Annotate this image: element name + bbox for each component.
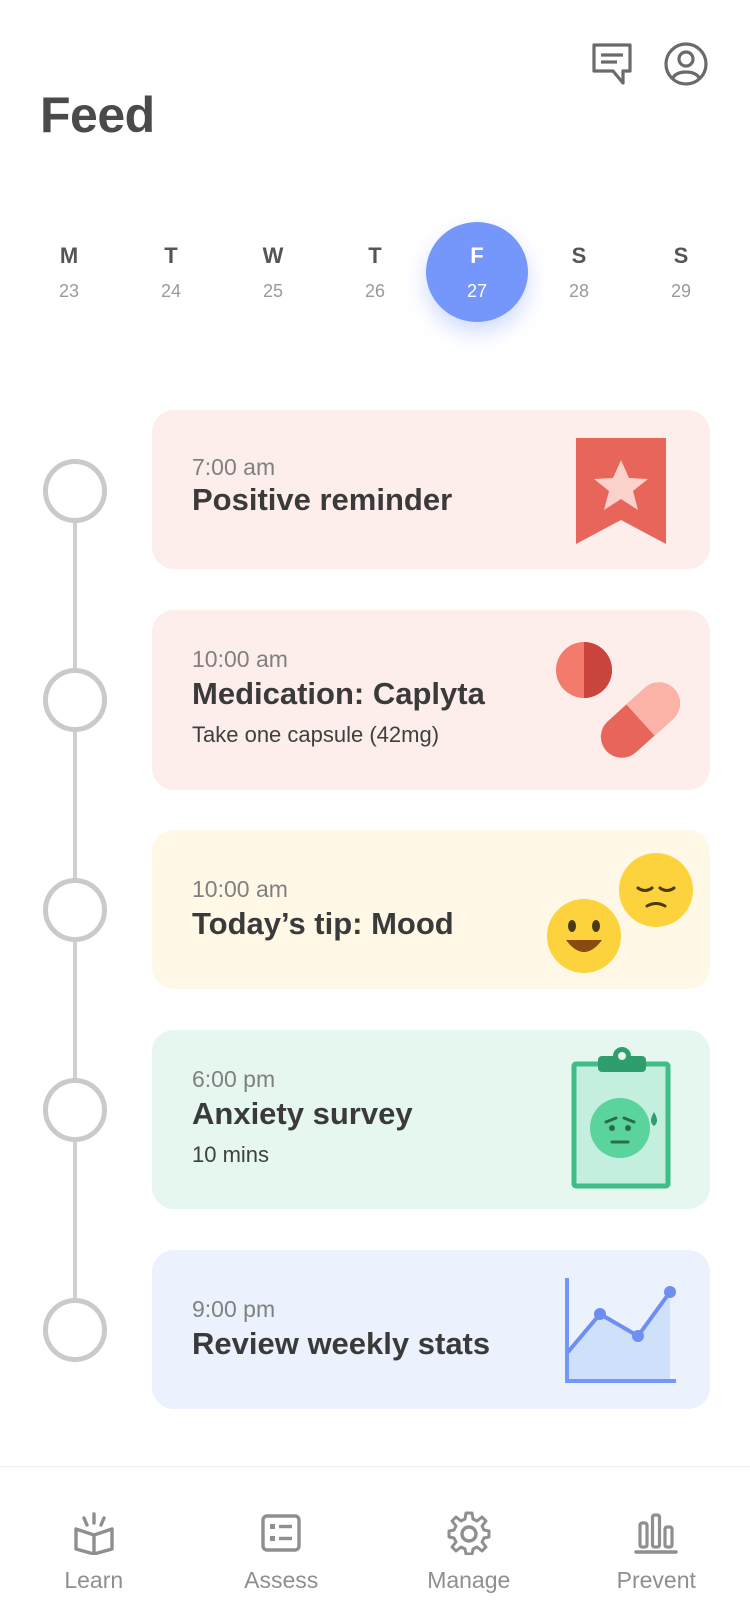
- day-label: W: [262, 242, 284, 268]
- feed-card-tip-mood[interactable]: 10:00 am Today’s tip: Mood: [152, 830, 710, 989]
- gear-icon: [447, 1511, 491, 1555]
- day-label: S: [571, 242, 587, 268]
- page-title: Feed: [40, 87, 155, 143]
- feed-card-weekly-stats[interactable]: 9:00 pm Review weekly stats: [152, 1250, 710, 1409]
- day-saturday[interactable]: S 28: [528, 222, 630, 322]
- card-time: 10:00 am: [192, 646, 288, 672]
- nav-label: Assess: [244, 1567, 319, 1593]
- card-title: Positive reminder: [192, 482, 453, 517]
- day-thursday[interactable]: T 26: [324, 222, 426, 322]
- day-label: T: [164, 242, 178, 268]
- bottom-nav: Learn Assess Manage Prevent: [0, 1466, 750, 1624]
- timeline-node: [43, 668, 107, 732]
- open-book-icon: [74, 1512, 114, 1555]
- timeline-node: [43, 1078, 107, 1142]
- nav-assess[interactable]: Assess: [188, 1467, 376, 1624]
- day-label: M: [59, 242, 79, 268]
- card-time: 7:00 am: [192, 454, 276, 480]
- clipboard-anxious-face-icon: [570, 1046, 674, 1207]
- bookmark-star-icon: [576, 438, 666, 551]
- day-sunday[interactable]: S 29: [630, 222, 732, 322]
- nav-label: Manage: [427, 1567, 511, 1593]
- date-label: 26: [364, 280, 386, 301]
- checklist-card-icon: [261, 1514, 301, 1552]
- day-tuesday[interactable]: T 24: [120, 222, 222, 322]
- day-wednesday[interactable]: W 25: [222, 222, 324, 322]
- nav-label: Learn: [64, 1567, 124, 1593]
- nav-manage[interactable]: Manage: [375, 1467, 563, 1624]
- chat-icon[interactable]: [588, 40, 636, 88]
- day-label: S: [673, 242, 689, 268]
- day-friday-selected[interactable]: F 27: [426, 222, 528, 322]
- day-label: F: [470, 242, 484, 268]
- mood-faces-icon: [544, 852, 704, 981]
- card-subtitle: 10 mins: [192, 1142, 270, 1167]
- feed-card-anxiety-survey[interactable]: 6:00 pm Anxiety survey 10 mins: [152, 1030, 710, 1209]
- week-selector: M 23 T 24 W 25 T 26 F 27 S 28 S 29: [18, 222, 732, 322]
- day-label: T: [368, 242, 382, 268]
- profile-icon[interactable]: [662, 40, 710, 88]
- card-title: Today’s tip: Mood: [192, 906, 454, 941]
- bar-chart-icon: [634, 1513, 678, 1554]
- timeline-node: [43, 459, 107, 523]
- date-label: 24: [160, 280, 182, 301]
- line-chart-icon: [564, 1278, 680, 1389]
- date-label: 28: [568, 280, 590, 301]
- feed-card-medication[interactable]: 10:00 am Medication: Caplyta Take one ca…: [152, 610, 710, 790]
- day-monday[interactable]: M 23: [18, 222, 120, 322]
- timeline-node: [43, 1298, 107, 1362]
- card-time: 10:00 am: [192, 876, 288, 902]
- card-time: 6:00 pm: [192, 1066, 276, 1092]
- nav-learn[interactable]: Learn: [0, 1467, 188, 1624]
- header-actions: [588, 40, 710, 88]
- pills-icon: [552, 638, 692, 773]
- card-title: Review weekly stats: [192, 1326, 491, 1361]
- nav-label: Prevent: [616, 1567, 696, 1593]
- card-title: Anxiety survey: [192, 1096, 413, 1131]
- date-label: 27: [466, 280, 488, 301]
- card-title: Medication: Caplyta: [192, 676, 485, 711]
- card-time: 9:00 pm: [192, 1296, 276, 1322]
- date-label: 25: [262, 280, 284, 301]
- date-label: 29: [670, 280, 692, 301]
- nav-prevent[interactable]: Prevent: [563, 1467, 750, 1624]
- feed-card-positive-reminder[interactable]: 7:00 am Positive reminder: [152, 410, 710, 569]
- timeline-node: [43, 878, 107, 942]
- card-subtitle: Take one capsule (42mg): [192, 722, 440, 747]
- date-label: 23: [58, 280, 80, 301]
